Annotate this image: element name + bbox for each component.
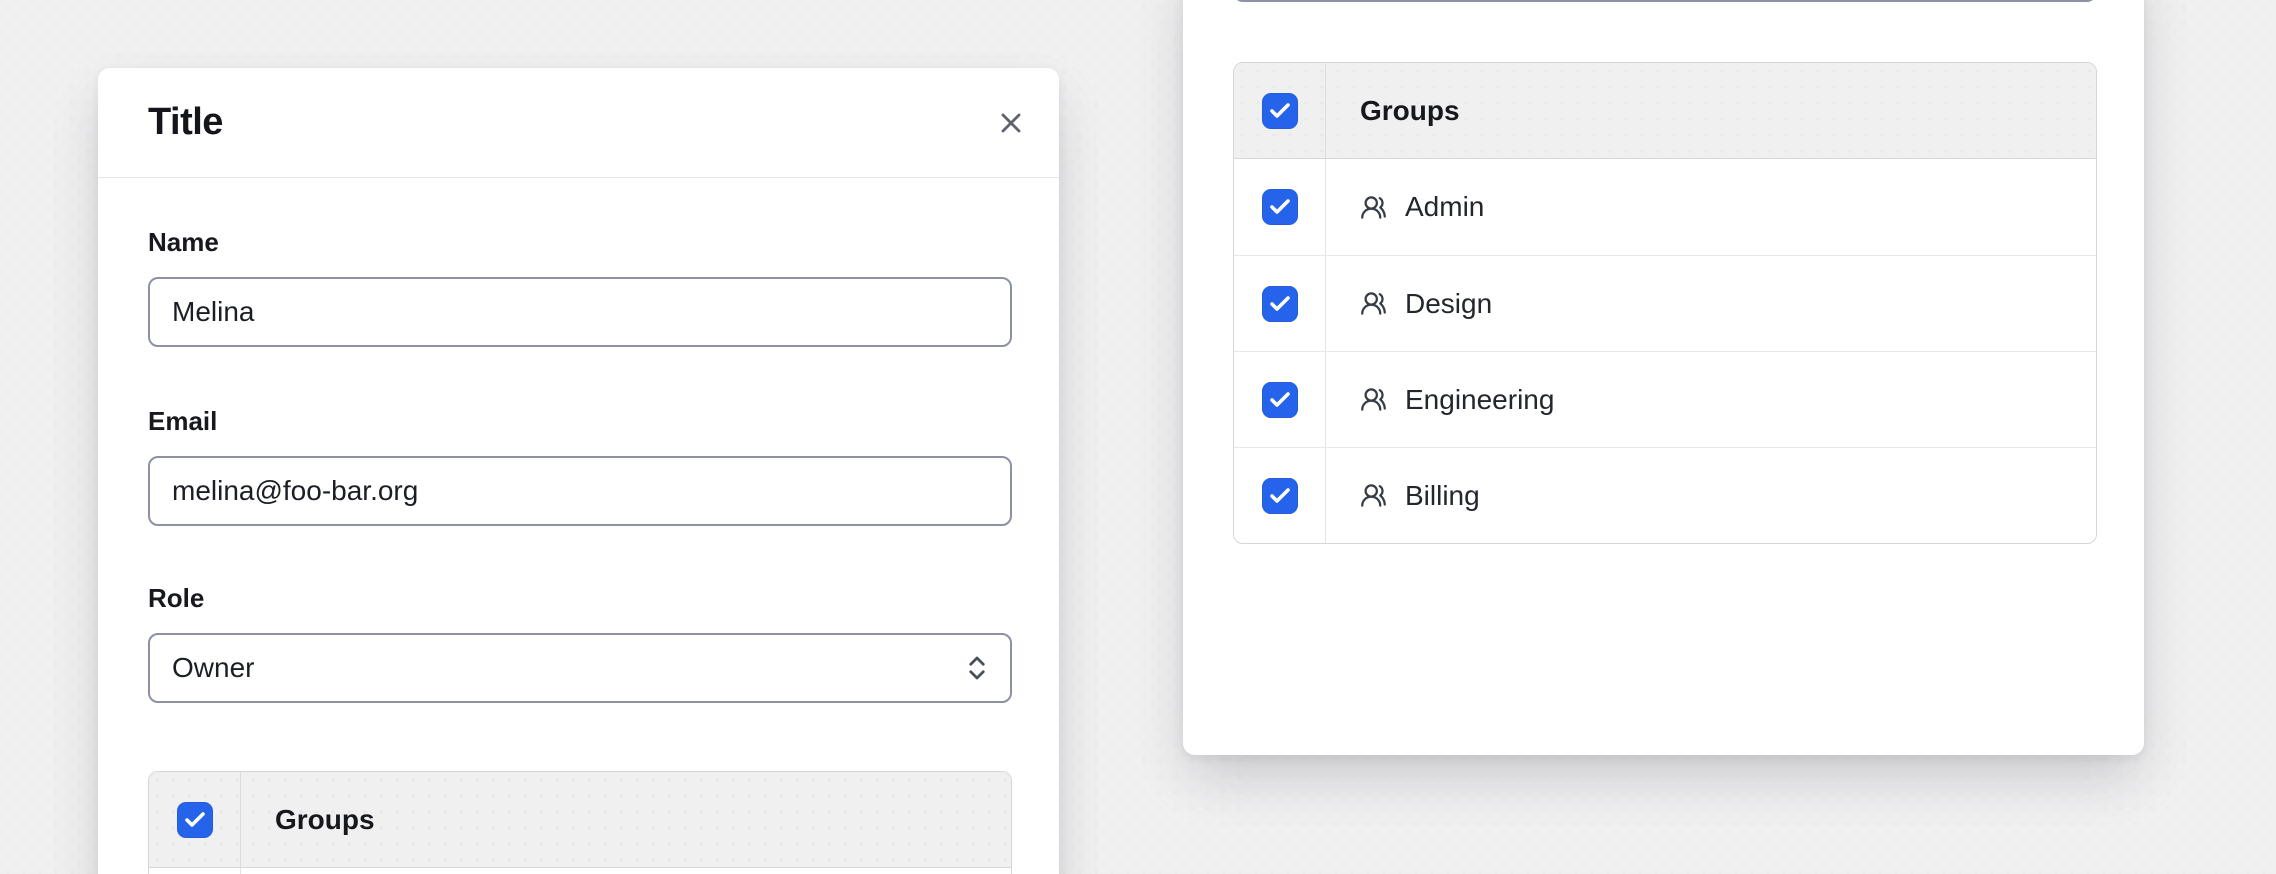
chevrons-up-down-icon xyxy=(962,653,992,683)
name-label: Name xyxy=(148,228,1009,256)
check-icon xyxy=(1268,195,1292,219)
row-main-cell: Engineering xyxy=(1326,352,2096,447)
modal-body: Name Email Role Owner Groups xyxy=(98,228,1059,874)
check-icon xyxy=(1268,292,1292,316)
table-row[interactable]: Admin xyxy=(1234,159,2096,255)
row-checkbox-cell xyxy=(1234,352,1326,447)
cropped-select-bottom-edge xyxy=(1233,0,2097,2)
name-input[interactable] xyxy=(148,277,1012,347)
row-checkbox-cell xyxy=(1234,159,1326,255)
email-input[interactable] xyxy=(148,456,1012,526)
close-button[interactable] xyxy=(989,101,1033,145)
row-main-cell: Admin xyxy=(1326,159,2096,255)
desktop-background: { "colors": { "accent": "#2563eb", "page… xyxy=(0,0,2276,874)
header-checkbox-cell xyxy=(149,772,241,867)
row-checkbox[interactable] xyxy=(1262,382,1298,418)
header-checkbox-cell xyxy=(1234,63,1326,158)
modal-title: Title xyxy=(148,101,223,144)
row-checkbox[interactable] xyxy=(1262,478,1298,514)
table-row-cropped[interactable] xyxy=(149,868,1011,874)
group-name: Engineering xyxy=(1405,384,1554,416)
groups-table-header: Groups xyxy=(1234,63,2096,159)
row-main-cell xyxy=(241,868,1011,874)
role-select[interactable]: Owner xyxy=(148,633,1012,703)
users-icon xyxy=(1360,482,1387,509)
check-icon xyxy=(183,808,207,832)
row-checkbox-cell xyxy=(1234,448,1326,543)
row-checkbox[interactable] xyxy=(1262,189,1298,225)
check-icon xyxy=(1268,388,1292,412)
check-icon xyxy=(1268,484,1292,508)
edit-user-modal: Title Name Email Role Owner xyxy=(98,68,1059,874)
group-name: Admin xyxy=(1405,191,1484,223)
row-checkbox[interactable] xyxy=(1262,286,1298,322)
modal-header: Title xyxy=(98,68,1059,178)
table-row[interactable]: Engineering xyxy=(1234,351,2096,447)
groups-header-cell: Groups xyxy=(1326,63,2096,158)
check-icon xyxy=(1268,99,1292,123)
email-label: Email xyxy=(148,407,1009,435)
users-icon xyxy=(1360,194,1387,221)
x-icon xyxy=(995,107,1027,139)
select-all-checkbox[interactable] xyxy=(177,802,213,838)
role-select-value: Owner xyxy=(172,652,254,684)
select-all-checkbox[interactable] xyxy=(1262,93,1298,129)
row-checkbox-cell xyxy=(149,868,241,874)
groups-header-label: Groups xyxy=(1360,95,1460,127)
table-row[interactable]: Billing xyxy=(1234,447,2096,543)
groups-table-header: Groups xyxy=(149,772,1011,868)
row-checkbox-cell xyxy=(1234,256,1326,351)
group-name: Design xyxy=(1405,288,1492,320)
role-label: Role xyxy=(148,584,1009,612)
groups-header-label: Groups xyxy=(275,804,375,836)
group-name: Billing xyxy=(1405,480,1480,512)
row-main-cell: Billing xyxy=(1326,448,2096,543)
groups-table: Groups xyxy=(148,771,1012,874)
row-main-cell: Design xyxy=(1326,256,2096,351)
groups-table: Groups Admin xyxy=(1233,62,2097,544)
users-icon xyxy=(1360,290,1387,317)
groups-header-cell: Groups xyxy=(241,772,1011,867)
table-row[interactable]: Design xyxy=(1234,255,2096,351)
groups-panel: Groups Admin xyxy=(1183,0,2144,755)
users-icon xyxy=(1360,386,1387,413)
